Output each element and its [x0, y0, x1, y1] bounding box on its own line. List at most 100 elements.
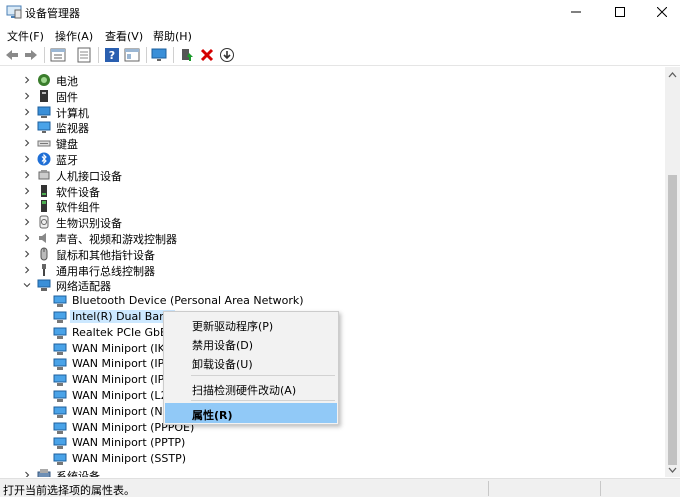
- ctx-separator: [191, 400, 335, 401]
- tree-item-label: 人机接口设备: [56, 170, 122, 183]
- tree-category[interactable]: 固件: [0, 88, 665, 104]
- computer-icon: [37, 106, 51, 118]
- tree-item-label: WAN Miniport (SSTP): [72, 452, 187, 465]
- network-device-icon: [53, 406, 67, 418]
- chevron-right-icon[interactable]: [22, 249, 32, 259]
- tree-item-label: 监视器: [56, 122, 89, 135]
- details-icon[interactable]: [124, 47, 140, 63]
- properties-icon[interactable]: [76, 47, 92, 63]
- tree-item-label: 生物识别设备: [56, 217, 122, 230]
- tree-category[interactable]: 鼠标和其他指针设备: [0, 246, 665, 262]
- toolbar-separator: [44, 47, 45, 63]
- ctx-uninstall-device[interactable]: 卸载设备(U): [165, 352, 337, 372]
- menu-help[interactable]: 帮助(H): [153, 28, 192, 44]
- chevron-right-icon[interactable]: [22, 138, 32, 148]
- tree-category[interactable]: 电池: [0, 72, 665, 88]
- bluetooth-icon: [37, 152, 51, 166]
- network-device-icon: [53, 422, 67, 434]
- network-adapter-item[interactable]: Bluetooth Device (Personal Area Network): [0, 293, 665, 309]
- tree-category[interactable]: 声音、视频和游戏控制器: [0, 230, 665, 246]
- software-component-icon: [41, 200, 47, 212]
- tree-category[interactable]: 键盘: [0, 135, 665, 151]
- tree-category[interactable]: 通用串行总线控制器: [0, 262, 665, 278]
- network-device-icon: [53, 437, 67, 449]
- chevron-right-icon[interactable]: [22, 107, 32, 117]
- tree-category[interactable]: 人机接口设备: [0, 167, 665, 183]
- chevron-right-icon[interactable]: [22, 75, 32, 85]
- toolbar-separator: [98, 47, 99, 63]
- scrollbar-thumb[interactable]: [668, 175, 677, 465]
- close-button[interactable]: [640, 0, 680, 24]
- chevron-right-icon[interactable]: [22, 91, 32, 101]
- svg-text:?: ?: [109, 49, 115, 62]
- scroll-up-arrow-icon[interactable]: [668, 71, 677, 80]
- close-icon: [657, 7, 667, 17]
- ctx-scan-hardware-label: 扫描检测硬件改动(A): [192, 384, 297, 397]
- biometric-icon: [39, 215, 49, 229]
- network-device-icon: [53, 453, 67, 465]
- tree-item-label: Intel(R) Dual Band: [70, 310, 176, 323]
- ctx-properties[interactable]: 属性(R): [165, 403, 337, 423]
- help-icon[interactable]: ?: [104, 47, 120, 63]
- tree-category[interactable]: 系统设备: [0, 467, 665, 477]
- back-icon[interactable]: [4, 47, 20, 63]
- tree-view-icon[interactable]: [50, 47, 66, 63]
- chevron-right-icon[interactable]: [22, 217, 32, 227]
- maximize-button[interactable]: [598, 0, 642, 24]
- ctx-separator: [191, 375, 335, 376]
- tree-category[interactable]: 生物识别设备: [0, 214, 665, 230]
- menu-file[interactable]: 文件(F): [7, 28, 44, 44]
- scroll-down-arrow-icon[interactable]: [668, 465, 677, 474]
- uninstall-icon[interactable]: [199, 47, 215, 63]
- chevron-down-icon[interactable]: [22, 280, 32, 290]
- maximize-icon: [615, 7, 625, 17]
- ctx-disable-device[interactable]: 禁用设备(D): [165, 333, 337, 353]
- network-device-icon: [53, 390, 67, 402]
- tree-category[interactable]: 监视器: [0, 119, 665, 135]
- forward-icon[interactable]: [23, 47, 39, 63]
- toolbar-separator: [173, 47, 174, 63]
- network-device-icon: [53, 311, 67, 323]
- ctx-scan-hardware[interactable]: 扫描检测硬件改动(A): [165, 378, 337, 398]
- chevron-right-icon[interactable]: [22, 186, 32, 196]
- toolbar: ?: [0, 44, 680, 66]
- ctx-update-driver[interactable]: 更新驱动程序(P): [165, 314, 337, 334]
- network-device-icon: [53, 374, 67, 386]
- chevron-right-icon[interactable]: [22, 233, 32, 243]
- ctx-update-driver-label: 更新驱动程序(P): [192, 320, 274, 333]
- tree-category[interactable]: 蓝牙: [0, 151, 665, 167]
- chevron-right-icon[interactable]: [22, 201, 32, 211]
- menu-view[interactable]: 查看(V): [105, 28, 143, 44]
- tree-category[interactable]: 计算机: [0, 104, 665, 120]
- chevron-right-icon[interactable]: [22, 265, 32, 275]
- tree-item-label: WAN Miniport (PPTP): [72, 436, 186, 449]
- battery-icon: [38, 74, 50, 86]
- tree-category[interactable]: 软件组件: [0, 198, 665, 214]
- network-adapter-item[interactable]: WAN Miniport (SSTP): [0, 451, 665, 467]
- tree-item-label: Realtek PCIe GbE F: [72, 326, 177, 339]
- keyboard-icon: [37, 140, 51, 147]
- network-device-icon: [53, 343, 67, 355]
- vertical-scrollbar[interactable]: [665, 67, 680, 477]
- chevron-right-icon[interactable]: [22, 154, 32, 164]
- system-device-icon: [37, 469, 51, 477]
- tree-category[interactable]: 网络适配器: [0, 277, 665, 293]
- update-driver-icon[interactable]: [179, 47, 195, 63]
- network-device-icon: [53, 327, 67, 339]
- speaker-icon: [39, 233, 46, 243]
- tree-item-label: 软件组件: [56, 201, 100, 214]
- download-icon[interactable]: [219, 47, 235, 63]
- network-device-icon: [53, 295, 67, 307]
- chevron-right-icon[interactable]: [22, 170, 32, 180]
- tree-category[interactable]: 软件设备: [0, 183, 665, 199]
- chevron-right-icon[interactable]: [22, 470, 32, 477]
- chevron-right-icon[interactable]: [22, 122, 32, 132]
- menu-action[interactable]: 操作(A): [55, 28, 93, 44]
- status-text: 打开当前选择项的属性表。: [3, 484, 135, 497]
- monitor-icon[interactable]: [151, 47, 167, 63]
- minimize-button[interactable]: [554, 0, 598, 24]
- tree-item-label: WAN Miniport (IP): [72, 357, 169, 370]
- ctx-properties-label: 属性(R): [192, 409, 233, 422]
- network-device-icon: [53, 358, 67, 370]
- network-adapter-item[interactable]: WAN Miniport (PPTP): [0, 435, 665, 451]
